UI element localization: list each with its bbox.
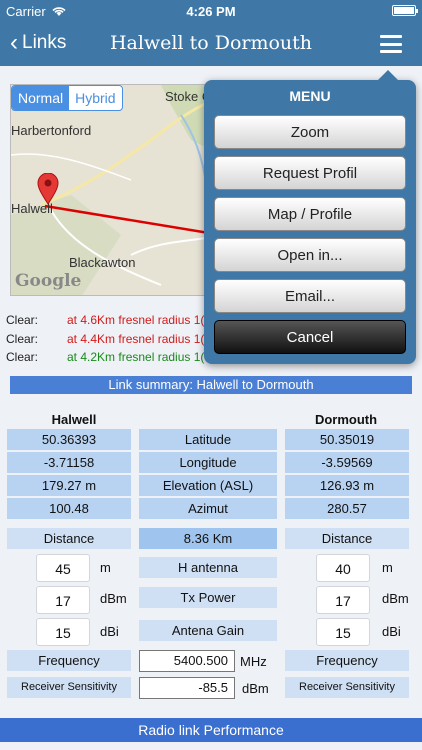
radio-link-performance-header: Radio link Performance	[0, 718, 422, 742]
site-a-elevation: 179.27 m	[7, 475, 131, 496]
clearance-row: Clear: at 4.6Km fresnel radius 1(	[6, 313, 204, 327]
tx-power-label: Tx Power	[139, 587, 277, 608]
site-a-h-antenna-unit: m	[100, 560, 111, 575]
antenna-gain-label: Antena Gain	[139, 620, 277, 641]
site-b-latitude: 50.35019	[285, 429, 409, 450]
frequency-label-right: Frequency	[285, 650, 409, 671]
menu-icon[interactable]	[380, 35, 402, 53]
site-b-azimut: 280.57	[285, 498, 409, 519]
site-b-h-antenna-unit: m	[382, 560, 393, 575]
site-b-elevation: 126.93 m	[285, 475, 409, 496]
clearance-label: Clear:	[6, 313, 39, 327]
site-b-h-antenna-input[interactable]: 40	[316, 554, 370, 582]
distance-value: 8.36 Km	[139, 528, 277, 549]
clearance-label: Clear:	[6, 350, 39, 364]
site-a-latitude: 50.36393	[7, 429, 131, 450]
battery-icon	[392, 5, 418, 16]
site-a-h-antenna-input[interactable]: 45	[36, 554, 90, 582]
elevation-label: Elevation (ASL)	[139, 475, 277, 496]
site-a-tx-power-unit: dBm	[100, 591, 127, 606]
clearance-text: at 4.6Km fresnel radius 1(	[67, 313, 205, 327]
frequency-label-left: Frequency	[7, 650, 131, 671]
site-a-azimut: 100.48	[7, 498, 131, 519]
site-a-gain-input[interactable]: 15	[36, 618, 90, 646]
clearance-row: Clear: at 4.2Km fresnel radius 1(	[6, 350, 204, 364]
map-label-blackawton: Blackawton	[69, 255, 136, 270]
site-a-name: Halwell	[51, 412, 97, 427]
clearance-row: Clear: at 4.4Km fresnel radius 1(	[6, 332, 204, 346]
status-time: 4:26 PM	[186, 4, 236, 19]
site-b-longitude: -3.59569	[285, 452, 409, 473]
distance-label-right: Distance	[285, 528, 409, 549]
site-b-gain-unit: dBi	[382, 624, 401, 639]
map-mode-hybrid[interactable]: Hybrid	[69, 86, 121, 110]
menu-item-request-profil[interactable]: Request Profil	[214, 156, 406, 190]
site-b-gain-input[interactable]: 15	[316, 618, 370, 646]
menu-item-zoom[interactable]: Zoom	[214, 115, 406, 149]
clearance-text: at 4.4Km fresnel radius 1(	[67, 332, 205, 346]
site-b-tx-power-input[interactable]: 17	[316, 586, 370, 614]
h-antenna-label: H antenna	[139, 557, 277, 578]
menu-item-open-in[interactable]: Open in...	[214, 238, 406, 272]
google-logo: Google	[15, 271, 82, 291]
menu-item-email[interactable]: Email...	[214, 279, 406, 313]
menu-item-map-profile[interactable]: Map / Profile	[214, 197, 406, 231]
sensitivity-label-right: Receiver Sensitivity	[285, 677, 409, 698]
azimut-label: Azimut	[139, 498, 277, 519]
map-mode-normal[interactable]: Normal	[12, 86, 70, 110]
map-label-harbertonford: Harbertonford	[11, 123, 92, 138]
clearance-text: at 4.2Km fresnel radius 1(	[67, 350, 205, 364]
sensitivity-unit: dBm	[242, 681, 269, 696]
site-b-name: Dormouth	[314, 412, 378, 427]
page-title: Halwell to Dormouth	[109, 32, 313, 54]
clearance-label: Clear:	[6, 332, 39, 346]
sensitivity-label-left: Receiver Sensitivity	[7, 677, 131, 698]
navigation-bar: ‹ Links Halwell to Dormouth	[0, 22, 422, 66]
site-a-longitude: -3.71158	[7, 452, 131, 473]
link-summary-header: Link summary: Halwell to Dormouth	[10, 376, 412, 394]
site-a-gain-unit: dBi	[100, 624, 119, 639]
site-a-tx-power-input[interactable]: 17	[36, 586, 90, 614]
sensitivity-input[interactable]: -85.5	[139, 677, 235, 699]
status-bar: Carrier 4:26 PM	[0, 0, 422, 22]
menu-cancel-button[interactable]: Cancel	[214, 320, 406, 354]
popup-menu: MENU Zoom Request Profil Map / Profile O…	[204, 70, 416, 364]
frequency-unit: MHz	[240, 654, 267, 669]
site-b-tx-power-unit: dBm	[382, 591, 409, 606]
distance-label-left: Distance	[7, 528, 131, 549]
longitude-label: Longitude	[139, 452, 277, 473]
latitude-label: Latitude	[139, 429, 277, 450]
map-mode-control: Normal Hybrid	[11, 85, 123, 111]
menu-title: MENU	[289, 88, 331, 104]
frequency-input[interactable]: 5400.500	[139, 650, 235, 672]
